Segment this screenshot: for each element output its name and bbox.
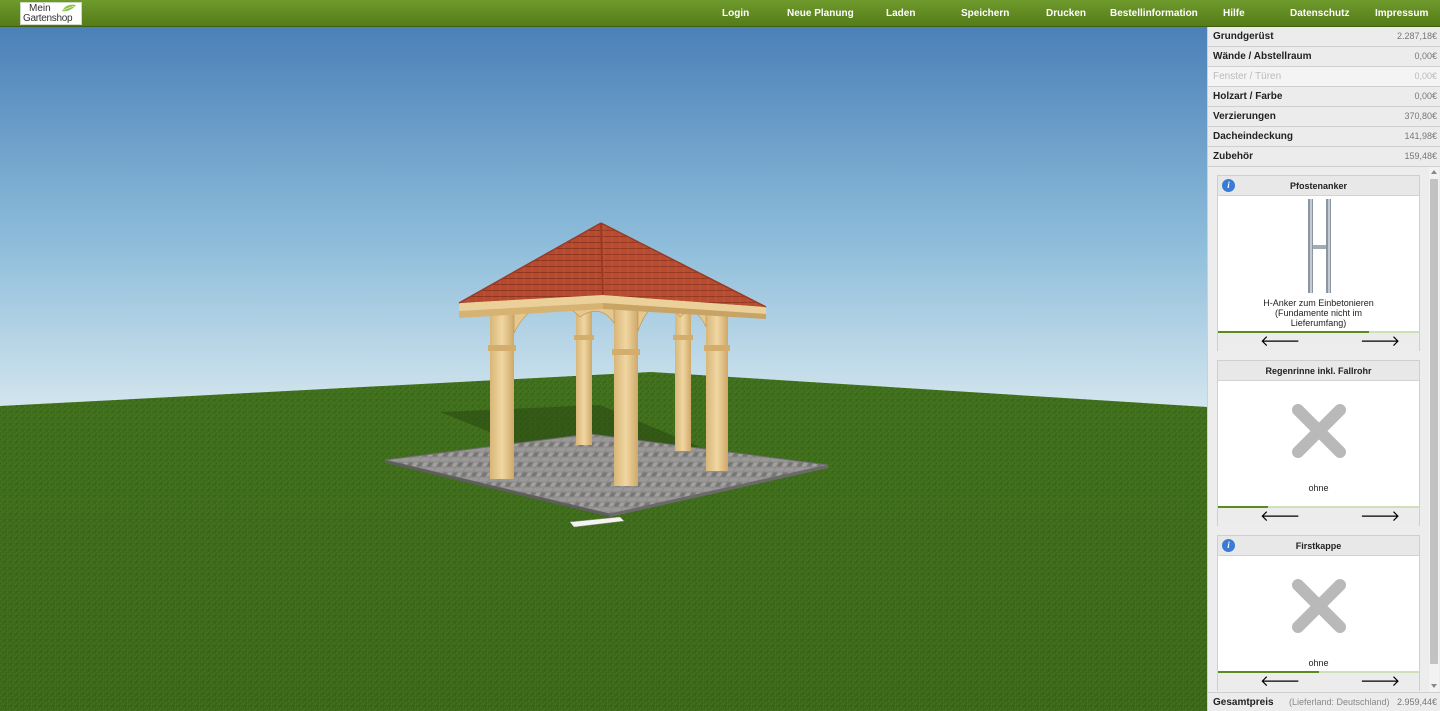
category-label: Fenster / Türen <box>1213 71 1282 82</box>
category-price: 159,48€ <box>1404 151 1437 161</box>
top-bar: Mein Gartenshop Login Neue Planung Laden… <box>0 0 1440 27</box>
category-price: 2.287,18€ <box>1396 31 1437 41</box>
next-arrow-icon[interactable]: 🡒 <box>1360 509 1400 524</box>
pavilion-scene <box>0 27 1207 711</box>
scrollbar[interactable] <box>1429 167 1439 692</box>
item-card-pfostenanker: i Pfostenanker H-Anker zum Einbetonieren… <box>1217 175 1420 351</box>
next-arrow-icon[interactable]: 🡒 <box>1360 674 1400 689</box>
h-anchor-icon <box>1308 199 1331 293</box>
card-title: Firstkappe <box>1295 541 1342 551</box>
card-title: Regenrinne inkl. Fallrohr <box>1265 366 1372 376</box>
category-grundgeruest[interactable]: Grundgerüst 2.287,18€ <box>1208 27 1440 47</box>
card-header: i Pfostenanker <box>1218 176 1419 196</box>
category-fenster-tueren: Fenster / Türen 0,00€ <box>1208 67 1440 87</box>
item-image[interactable] <box>1270 382 1368 480</box>
category-price: 141,98€ <box>1404 131 1437 141</box>
item-description: ohne <box>1308 483 1329 493</box>
accessory-list: i Pfostenanker H-Anker zum Einbetonieren… <box>1208 167 1440 692</box>
3d-viewport[interactable] <box>0 27 1207 711</box>
nav-laden[interactable]: Laden <box>886 8 915 19</box>
category-waende[interactable]: Wände / Abstellraum 0,00€ <box>1208 47 1440 67</box>
category-price: 0,00€ <box>1414 51 1437 61</box>
nav-login[interactable]: Login <box>722 8 749 19</box>
nav-neue-planung[interactable]: Neue Planung <box>787 8 854 19</box>
scroll-up-icon[interactable] <box>1431 170 1437 174</box>
nav-datenschutz[interactable]: Datenschutz <box>1290 8 1349 19</box>
nav-impressum[interactable]: Impressum <box>1375 8 1428 19</box>
category-label: Zubehör <box>1213 151 1253 162</box>
category-label: Dacheindeckung <box>1213 131 1294 142</box>
category-price: 370,80€ <box>1404 111 1437 121</box>
total-price-row: Gesamtpreis (Lieferland: Deutschland) 2.… <box>1208 692 1440 711</box>
category-label: Wände / Abstellraum <box>1213 51 1312 62</box>
option-nav: 🡐 🡒 <box>1218 333 1419 351</box>
category-price: 0,00€ <box>1414 91 1437 101</box>
item-image[interactable] <box>1270 557 1368 655</box>
main-nav: Login Neue Planung Laden Speichern Druck… <box>0 0 1440 27</box>
item-description: H-Anker zum Einbetonieren (Fundamente ni… <box>1263 298 1374 328</box>
card-header: i Firstkappe <box>1218 536 1419 556</box>
category-dacheindeckung[interactable]: Dacheindeckung 141,98€ <box>1208 127 1440 147</box>
scroll-down-icon[interactable] <box>1431 684 1437 688</box>
nav-speichern[interactable]: Speichern <box>961 8 1009 19</box>
none-cross-icon <box>1292 404 1346 458</box>
nav-hilfe[interactable]: Hilfe <box>1223 8 1245 19</box>
option-nav: 🡐 🡒 <box>1218 508 1419 526</box>
category-label: Holzart / Farbe <box>1213 91 1283 102</box>
category-price: 0,00€ <box>1414 71 1437 81</box>
card-header: Regenrinne inkl. Fallrohr <box>1218 361 1419 381</box>
nav-drucken[interactable]: Drucken <box>1046 8 1086 19</box>
app-window: Mein Gartenshop Login Neue Planung Laden… <box>0 0 1440 711</box>
prev-arrow-icon[interactable]: 🡐 <box>1260 509 1300 524</box>
total-value: 2.959,44€ <box>1396 697 1437 707</box>
total-label: Gesamtpreis <box>1213 697 1274 708</box>
category-verzierungen[interactable]: Verzierungen 370,80€ <box>1208 107 1440 127</box>
item-card-regenrinne: Regenrinne inkl. Fallrohr ohne 🡐 🡒 <box>1217 360 1420 526</box>
option-nav: 🡐 🡒 <box>1218 673 1419 691</box>
configuration-panel: Grundgerüst 2.287,18€ Wände / Abstellrau… <box>1207 27 1440 711</box>
none-cross-icon <box>1292 579 1346 633</box>
card-title: Pfostenanker <box>1289 181 1348 191</box>
next-arrow-icon[interactable]: 🡒 <box>1360 334 1400 349</box>
item-image[interactable] <box>1270 197 1368 295</box>
scroll-thumb[interactable] <box>1430 179 1438 664</box>
category-holzart[interactable]: Holzart / Farbe 0,00€ <box>1208 87 1440 107</box>
category-label: Grundgerüst <box>1213 31 1274 42</box>
item-description: ohne <box>1308 658 1329 668</box>
prev-arrow-icon[interactable]: 🡐 <box>1260 674 1300 689</box>
item-card-firstkappe: i Firstkappe ohne 🡐 🡒 <box>1217 535 1420 691</box>
category-zubehoer[interactable]: Zubehör 159,48€ <box>1208 147 1440 167</box>
prev-arrow-icon[interactable]: 🡐 <box>1260 334 1300 349</box>
category-label: Verzierungen <box>1213 111 1276 122</box>
nav-bestellinformation[interactable]: Bestellinformation <box>1110 8 1198 19</box>
total-country-note: (Lieferland: Deutschland) <box>1289 697 1390 707</box>
